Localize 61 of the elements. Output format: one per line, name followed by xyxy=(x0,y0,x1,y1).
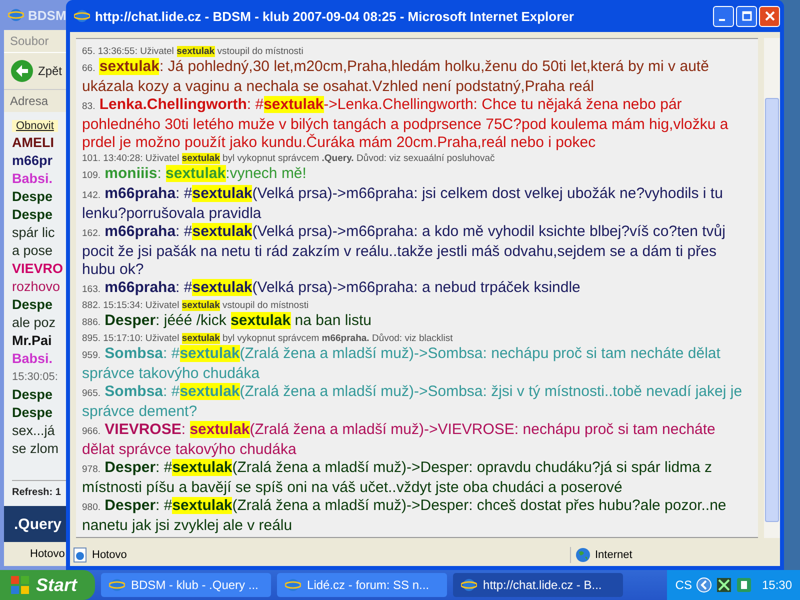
chat-line: Despe xyxy=(12,188,54,206)
tray-icon[interactable] xyxy=(736,577,752,593)
chat-line: VIEVRO xyxy=(12,260,64,278)
scrollbar[interactable] xyxy=(764,38,780,538)
chat-message: 162. m66praha: #sextulak(Velká prsa)->m66praha: a kdo mě vyhodil ksichte blbej?víš co?ten tvůj pocit že jsi pašák na netu ti rád zakzím v reálu..takže jestli máš odvahu,sejdem se a dám ti přes hubu ok? xyxy=(82,223,726,279)
chat-line: ale poz xyxy=(12,314,57,332)
windows-flag-icon xyxy=(10,575,30,595)
close-icon xyxy=(764,11,774,21)
chevron-icon[interactable] xyxy=(696,577,712,593)
chat-line: a pose xyxy=(12,242,54,260)
maximize-icon xyxy=(742,11,752,21)
system-message: 101. 13:40:28: Uživatel sextulak byl vykopnut správcem .Query. Důvod: viz sexuaální posluhovač xyxy=(82,152,496,165)
taskbar-button[interactable]: http://chat.lide.cz - B... xyxy=(453,573,624,597)
page-icon xyxy=(72,547,88,563)
chat-message: 965. Sombsa: #sextulak(Zralá žena a mladší muž)->Sombsa: žjsi v tý místnosti..tobě nevadí jakej je správce dement? xyxy=(82,383,744,421)
window-title: BDSM xyxy=(28,8,66,22)
start-button[interactable]: Start xyxy=(0,570,96,600)
status-text: Hotovo xyxy=(92,549,127,561)
chat-message: 980. Desper: #sextulak(Zralá žena a mladší muž)->Desper: chceš dostat přes hubu?ale pozor..ne nanetu jak jsi zvyklej ale v reálu xyxy=(82,497,728,535)
chat-line: Despe xyxy=(12,206,54,224)
chat-message: 83. Lenka.Chellingworth: #sextulak->Lenka.Chellingworth: Chce tu nějaká žena nebo pár pohledného 30ti letého muže v bilých tangách a podprsence 75C?pod koulema mám hig,vložku a prdel je možno použít jako kundu.Čuráka mám 20cm.Praha,reál nebo i pokec xyxy=(82,96,730,152)
chat-line: AMELI xyxy=(12,134,55,152)
refresh-button[interactable]: Obnovit xyxy=(12,120,58,132)
globe-icon xyxy=(285,577,302,593)
address-label: Adresa xyxy=(10,94,48,108)
chat-line: sex...já xyxy=(12,422,56,440)
globe-icon xyxy=(109,577,126,593)
chat-line: spár lic xyxy=(12,224,56,242)
window-title: http://chat.lide.cz - BDSM - klub 2007-09-04 08:25 - Microsoft Internet Explorer xyxy=(95,8,575,24)
chat-line: Babsi. xyxy=(12,170,54,188)
close-button[interactable] xyxy=(759,6,780,26)
chat-line: se zlom xyxy=(12,440,60,458)
chat-line: Despe xyxy=(12,386,54,404)
taskbar-button[interactable]: BDSM - klub - .Query ... xyxy=(101,573,272,597)
globe-icon xyxy=(461,577,478,593)
system-message: 65. 13:36:55: Uživatel sextulak vstoupil do místnosti xyxy=(82,45,304,58)
globe-icon xyxy=(575,547,591,563)
maximize-button[interactable] xyxy=(736,6,757,26)
zone-text: Internet xyxy=(595,549,632,561)
chat-message: 163. m66praha: #sextulak(Velká prsa)->m66praha: a nebud trpáček ksindle xyxy=(82,279,582,298)
status-text: Hotovo xyxy=(30,548,65,560)
chat-line: Mr.Pai xyxy=(12,332,53,350)
chat-line: m66pr xyxy=(12,152,54,170)
minimize-icon xyxy=(719,18,725,20)
globe-icon xyxy=(74,8,90,24)
chat-message: 886. Desper: jééé /kick sextulak na ban listu xyxy=(82,312,372,331)
taskbar-button[interactable]: Lidé.cz - forum: SS n... xyxy=(277,573,448,597)
system-message: 895. 15:17:10: Uživatel sextulak byl vykopnut správcem m66praha. Důvod: viz blacklist xyxy=(82,332,454,345)
clock: 15:30 xyxy=(762,578,792,592)
chat-message: 966. VIEVROSE: sextulak(Zralá žena a mladší muž)->VIEVROSE: nechápu proč si tam necháte dělat správce takovýho chudáka xyxy=(82,421,716,459)
chat-line: Despe xyxy=(12,296,54,314)
chat-message: 109. moniiis: sextulak:vynech mě! xyxy=(82,165,308,184)
chat-line: Babsi. xyxy=(12,350,54,368)
language-indicator[interactable]: CS xyxy=(675,578,692,592)
tray-icon[interactable] xyxy=(716,577,732,593)
system-message: 882. 15:15:34: Uživatel sextulak vstoupil do místnosti xyxy=(82,299,310,312)
chat-line: 15:30:05: xyxy=(12,370,59,385)
minimize-button[interactable] xyxy=(713,6,734,26)
chat-line: Despe xyxy=(12,404,54,422)
chat-line: rozhovo xyxy=(12,278,62,296)
globe-icon xyxy=(8,7,24,23)
